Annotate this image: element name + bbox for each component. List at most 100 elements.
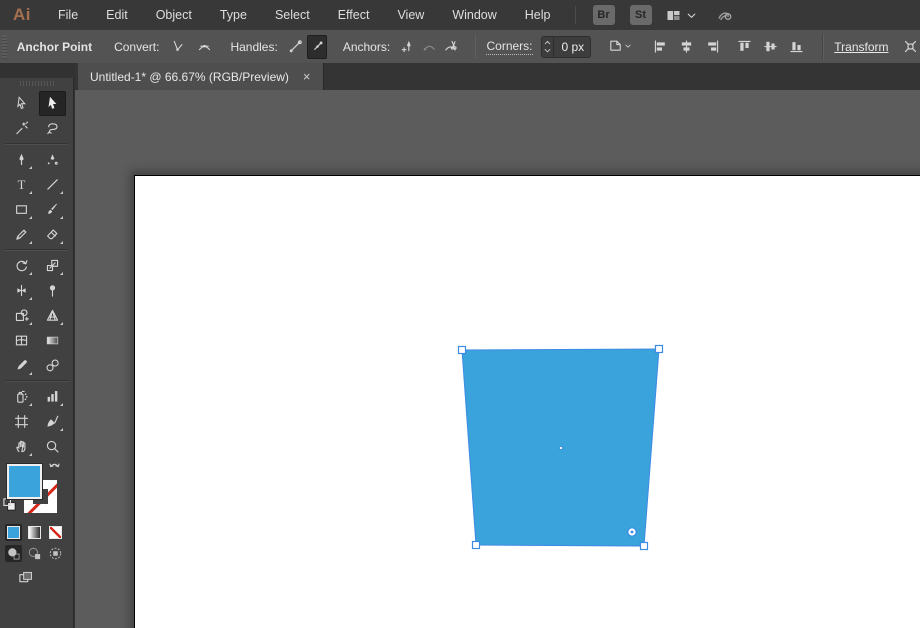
mesh-tool[interactable] [8,328,35,353]
control-bar-grip[interactable] [2,34,7,59]
isolate-selection-button[interactable] [901,35,920,59]
menubar-divider [574,6,576,24]
slice-tool[interactable] [39,409,66,434]
pencil-tool[interactable] [8,222,35,247]
horizontal-align-left-button[interactable] [648,35,672,59]
corner-radius-stepper[interactable] [542,36,554,57]
type-tool[interactable]: T [8,172,35,197]
flyout-indicator [28,216,32,219]
none-button[interactable] [47,524,64,541]
column-graph-tool[interactable] [39,384,66,409]
vertical-align-middle-button[interactable] [758,35,782,59]
perspective-grid-tool[interactable] [39,303,66,328]
tool-group-1 [0,91,73,141]
menu-help[interactable]: Help [511,0,565,30]
tab-close-icon[interactable]: × [303,69,311,84]
default-fill-stroke-icon[interactable] [2,497,17,517]
anchors-label: Anchors: [342,39,391,54]
draw-normal-button[interactable] [5,545,22,562]
curvature-tool[interactable] [39,147,66,172]
menu-file[interactable]: File [44,0,92,30]
symbol-sprayer-tool[interactable] [8,384,35,409]
menubar: Ai File Edit Object Type Select Effect View Win… [0,0,920,30]
puppet-warp-tool[interactable] [39,278,66,303]
color-button[interactable] [5,524,22,541]
draw-behind-button[interactable] [26,545,43,562]
menu-type[interactable]: Type [206,0,261,30]
horizontal-align-center-button[interactable] [674,35,698,59]
shape-layer [457,344,664,551]
tool-group-2: T [0,147,73,247]
anchor-point[interactable] [654,344,664,354]
hide-handles-button[interactable] [307,34,327,59]
canvas[interactable] [75,90,920,628]
menu-edit[interactable]: Edit [92,0,142,30]
hand-tool[interactable] [8,434,35,459]
menu-view[interactable]: View [383,0,438,30]
menu-select[interactable]: Select [261,0,324,30]
flyout-indicator [28,372,32,375]
show-handles-button[interactable] [286,35,306,59]
shape-center-point [558,445,564,451]
tools-panel-body: T [0,78,74,628]
magic-wand-tool[interactable] [8,116,35,141]
draw-inside-button[interactable] [47,545,64,562]
direct-selection-tool[interactable] [38,91,66,116]
swap-fill-stroke-icon[interactable] [47,460,62,480]
remove-anchor-button[interactable] [398,35,418,59]
menu-window[interactable]: Window [438,0,510,30]
menu-effect[interactable]: Effect [324,0,384,30]
menu-object[interactable]: Object [142,0,206,30]
gradient-tool[interactable] [39,328,66,353]
flyout-indicator [28,322,32,325]
lasso-tool[interactable] [39,116,66,141]
rotate-tool[interactable] [8,253,35,278]
bridge-button[interactable]: Br [592,5,615,25]
illustrator-logo[interactable]: Ai [0,5,44,25]
flyout-indicator [28,241,32,244]
anchor-point[interactable] [471,540,481,550]
convert-to-smooth-button[interactable] [195,35,215,59]
flyout-indicator [28,272,32,275]
gradient-button[interactable] [26,524,43,541]
document-tab[interactable]: Untitled-1* @ 66.67% (RGB/Preview) × [78,63,324,90]
workspace-switcher-icon[interactable] [666,8,681,23]
vertical-align-top-button[interactable] [732,35,756,59]
flyout-indicator [28,191,32,194]
eraser-tool[interactable] [39,222,66,247]
workspace-chevron-down-icon[interactable] [684,8,699,23]
scale-tool[interactable] [39,253,66,278]
anchor-point[interactable] [457,345,467,355]
chevron-down-icon [623,39,633,54]
vertical-align-bottom-button[interactable] [784,35,808,59]
sync-status-icon[interactable] [717,8,732,23]
corner-options-button[interactable] [607,35,634,59]
paintbrush-tool[interactable] [39,197,66,222]
stock-button[interactable]: St [629,5,652,25]
connect-endpoints-button[interactable] [420,35,440,59]
convert-to-corner-button[interactable] [167,35,187,59]
stepper-down-icon[interactable] [542,47,553,55]
width-tool[interactable] [8,278,35,303]
tools-panel-grip[interactable] [19,81,54,86]
blend-tool[interactable] [39,353,66,378]
pen-tool[interactable] [8,147,35,172]
selection-tool[interactable] [8,91,35,116]
illustrator-window: Ai File Edit Object Type Select Effect View Win… [0,0,920,628]
rectangle-tool[interactable] [8,197,35,222]
artboard-tool[interactable] [8,409,35,434]
corners-label[interactable]: Corners: [486,39,533,55]
line-segment-tool[interactable] [39,172,66,197]
anchor-point[interactable] [639,541,649,551]
horizontal-align-right-button[interactable] [700,35,724,59]
corner-radius-value[interactable]: 0 px [554,40,591,54]
eyedropper-tool[interactable] [8,353,35,378]
shape-builder-tool[interactable] [8,303,35,328]
transform-link[interactable]: Transform [834,40,888,54]
flyout-indicator [28,166,32,169]
corner-radius-field[interactable]: 0 px [540,35,592,58]
fill-swatch[interactable] [7,464,42,499]
zoom-tool[interactable] [39,434,66,459]
screen-mode-button[interactable] [18,571,33,589]
cut-path-button[interactable] [441,35,461,59]
